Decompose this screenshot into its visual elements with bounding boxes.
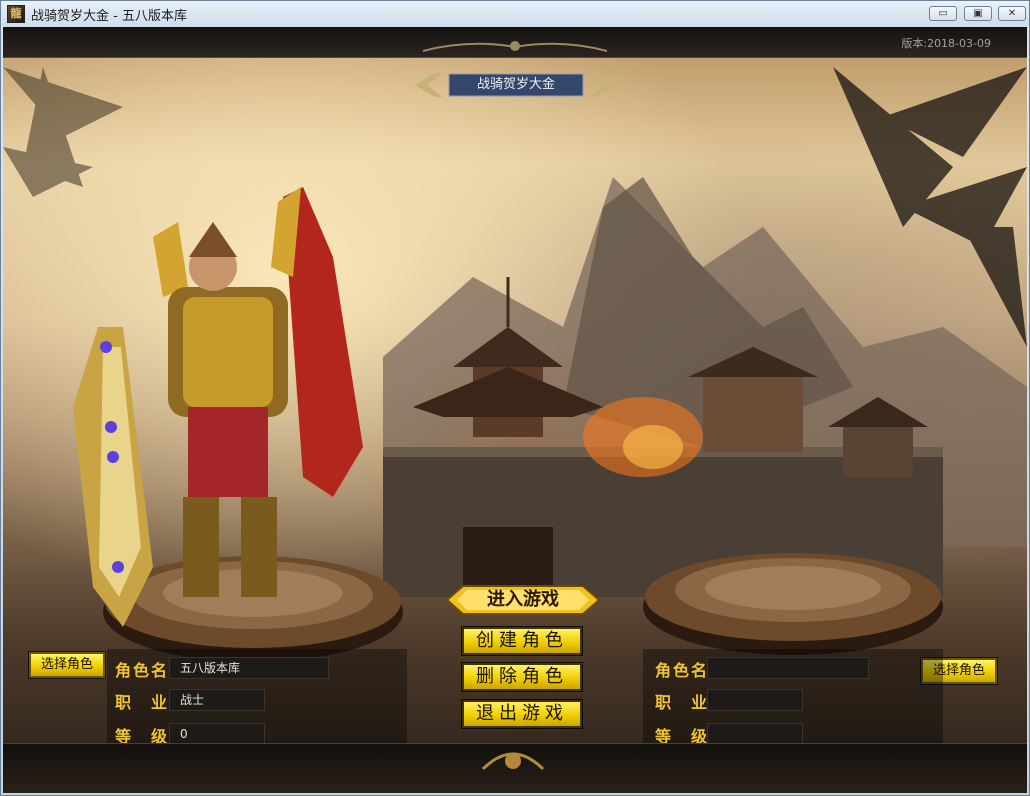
window-title: 战骑贺岁大金 - 五八版本库 — [31, 8, 187, 24]
left-name-label: 角色名 — [115, 661, 170, 680]
enter-game-button[interactable]: 进入游戏 — [443, 582, 603, 618]
right-role-panel: 角色名 职 业 等 级 — [643, 649, 943, 749]
create-role-button[interactable]: 创建角色 — [461, 626, 583, 656]
select-role-left-button[interactable]: 选择角色 — [28, 651, 106, 679]
top-frame: 版本:2018-03-09 — [3, 27, 1027, 58]
title-bar[interactable]: 龍 战骑贺岁大金 - 五八版本库 ▭ ▣ ✕ — [1, 1, 1029, 27]
bamboo-leaves-right — [833, 67, 1027, 347]
restore-button[interactable]: ▣ — [964, 6, 992, 21]
launcher-window: 龍 战骑贺岁大金 - 五八版本库 ▭ ▣ ✕ 版本:2018-03-09 战骑贺… — [0, 0, 1030, 796]
right-class-label: 职 业 — [655, 693, 710, 712]
top-ornament-icon — [423, 41, 607, 52]
left-class-field: 战士 — [169, 689, 265, 711]
enter-game-label: 进入游戏 — [487, 589, 559, 610]
close-button[interactable]: ✕ — [998, 6, 1026, 21]
left-name-field: 五八版本库 — [169, 657, 329, 679]
right-name-field — [707, 657, 869, 679]
banner-title: 战骑贺岁大金 — [476, 77, 555, 92]
right-level-field — [707, 723, 803, 745]
right-class-field — [707, 689, 803, 711]
left-level-field: 0 — [169, 723, 265, 745]
left-class-label: 职 业 — [115, 693, 170, 712]
bottom-emblem-icon — [481, 752, 545, 771]
bamboo-leaves-left — [3, 67, 123, 197]
game-canvas: 版本:2018-03-09 战骑贺岁大金 选择角色 选择角色 角色名 五八版本库… — [3, 27, 1027, 793]
warrior-character — [153, 187, 363, 597]
version-label: 版本:2018-03-09 — [901, 37, 991, 50]
left-role-panel: 角色名 五八版本库 职 业 战士 等 级 0 — [107, 649, 407, 749]
minimize-button[interactable]: ▭ — [929, 6, 957, 21]
right-name-label: 角色名 — [655, 661, 710, 680]
right-pedestal — [643, 553, 943, 655]
server-banner: 战骑贺岁大金 — [413, 71, 619, 99]
app-logo-icon: 龍 — [7, 5, 25, 23]
exit-game-button[interactable]: 退出游戏 — [461, 699, 583, 729]
golden-blade — [73, 327, 153, 627]
delete-role-button[interactable]: 删除角色 — [461, 662, 583, 692]
